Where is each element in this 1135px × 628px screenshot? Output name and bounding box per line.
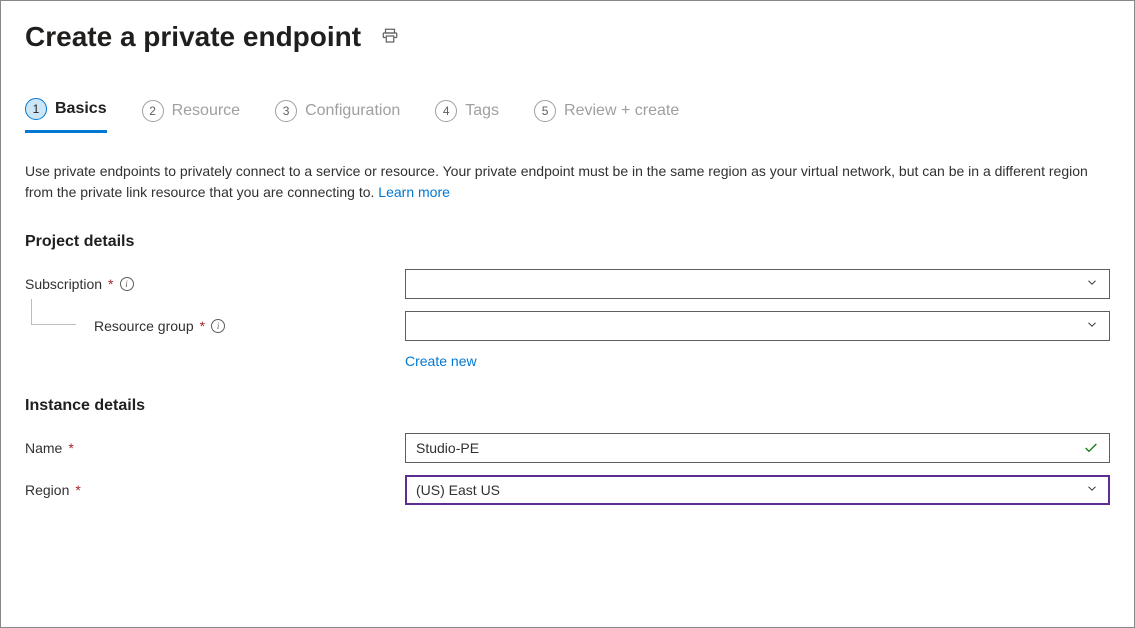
tab-label: Basics: [55, 100, 107, 118]
required-indicator: *: [75, 482, 80, 498]
create-private-endpoint-page: Create a private endpoint 1 Basics 2 Res…: [0, 0, 1135, 628]
chevron-down-icon: [1085, 482, 1099, 499]
select-value: (US) East US: [416, 482, 500, 498]
subscription-row: Subscription * i: [25, 269, 1110, 299]
required-indicator: *: [108, 276, 113, 292]
tab-step-number: 5: [534, 100, 556, 122]
project-details-heading: Project details: [25, 233, 1110, 251]
required-indicator: *: [68, 440, 73, 456]
tab-resource[interactable]: 2 Resource: [142, 98, 240, 133]
resource-group-label: Resource group * i: [25, 318, 405, 334]
subscription-select[interactable]: [405, 269, 1110, 299]
tab-label: Resource: [172, 102, 240, 120]
label-text: Name: [25, 440, 62, 456]
label-text: Subscription: [25, 276, 102, 292]
name-input[interactable]: Studio-PE: [405, 433, 1110, 463]
info-icon[interactable]: i: [211, 319, 225, 333]
name-label: Name *: [25, 440, 405, 456]
subscription-label: Subscription * i: [25, 276, 405, 292]
wizard-tabs: 1 Basics 2 Resource 3 Configuration 4 Ta…: [25, 98, 1110, 133]
tab-basics[interactable]: 1 Basics: [25, 98, 107, 133]
instance-details-heading: Instance details: [25, 397, 1110, 415]
region-label: Region *: [25, 482, 405, 498]
chevron-down-icon: [1085, 276, 1099, 293]
region-select[interactable]: (US) East US: [405, 475, 1110, 505]
tab-configuration[interactable]: 3 Configuration: [275, 98, 400, 133]
create-new-resource-group-link[interactable]: Create new: [405, 353, 477, 369]
tab-step-number: 3: [275, 100, 297, 122]
tab-label: Tags: [465, 102, 499, 120]
region-row: Region * (US) East US: [25, 475, 1110, 505]
name-row: Name * Studio-PE: [25, 433, 1110, 463]
page-title: Create a private endpoint: [25, 21, 361, 53]
label-text: Resource group: [94, 318, 194, 334]
tab-step-number: 1: [25, 98, 47, 120]
tree-connector: [31, 299, 76, 325]
resource-group-row: Resource group * i: [25, 311, 1110, 341]
description-text: Use private endpoints to privately conne…: [25, 161, 1105, 203]
page-header: Create a private endpoint: [25, 21, 1110, 53]
tab-step-number: 4: [435, 100, 457, 122]
description-body: Use private endpoints to privately conne…: [25, 163, 1088, 200]
tab-step-number: 2: [142, 100, 164, 122]
print-icon[interactable]: [381, 27, 399, 48]
tab-label: Review + create: [564, 102, 679, 120]
chevron-down-icon: [1085, 318, 1099, 335]
checkmark-icon: [1083, 440, 1099, 456]
info-icon[interactable]: i: [120, 277, 134, 291]
required-indicator: *: [200, 318, 205, 334]
tab-review-create[interactable]: 5 Review + create: [534, 98, 679, 133]
input-value: Studio-PE: [416, 440, 479, 456]
learn-more-link[interactable]: Learn more: [378, 184, 450, 200]
tab-label: Configuration: [305, 102, 400, 120]
label-text: Region: [25, 482, 69, 498]
resource-group-select[interactable]: [405, 311, 1110, 341]
tab-tags[interactable]: 4 Tags: [435, 98, 499, 133]
